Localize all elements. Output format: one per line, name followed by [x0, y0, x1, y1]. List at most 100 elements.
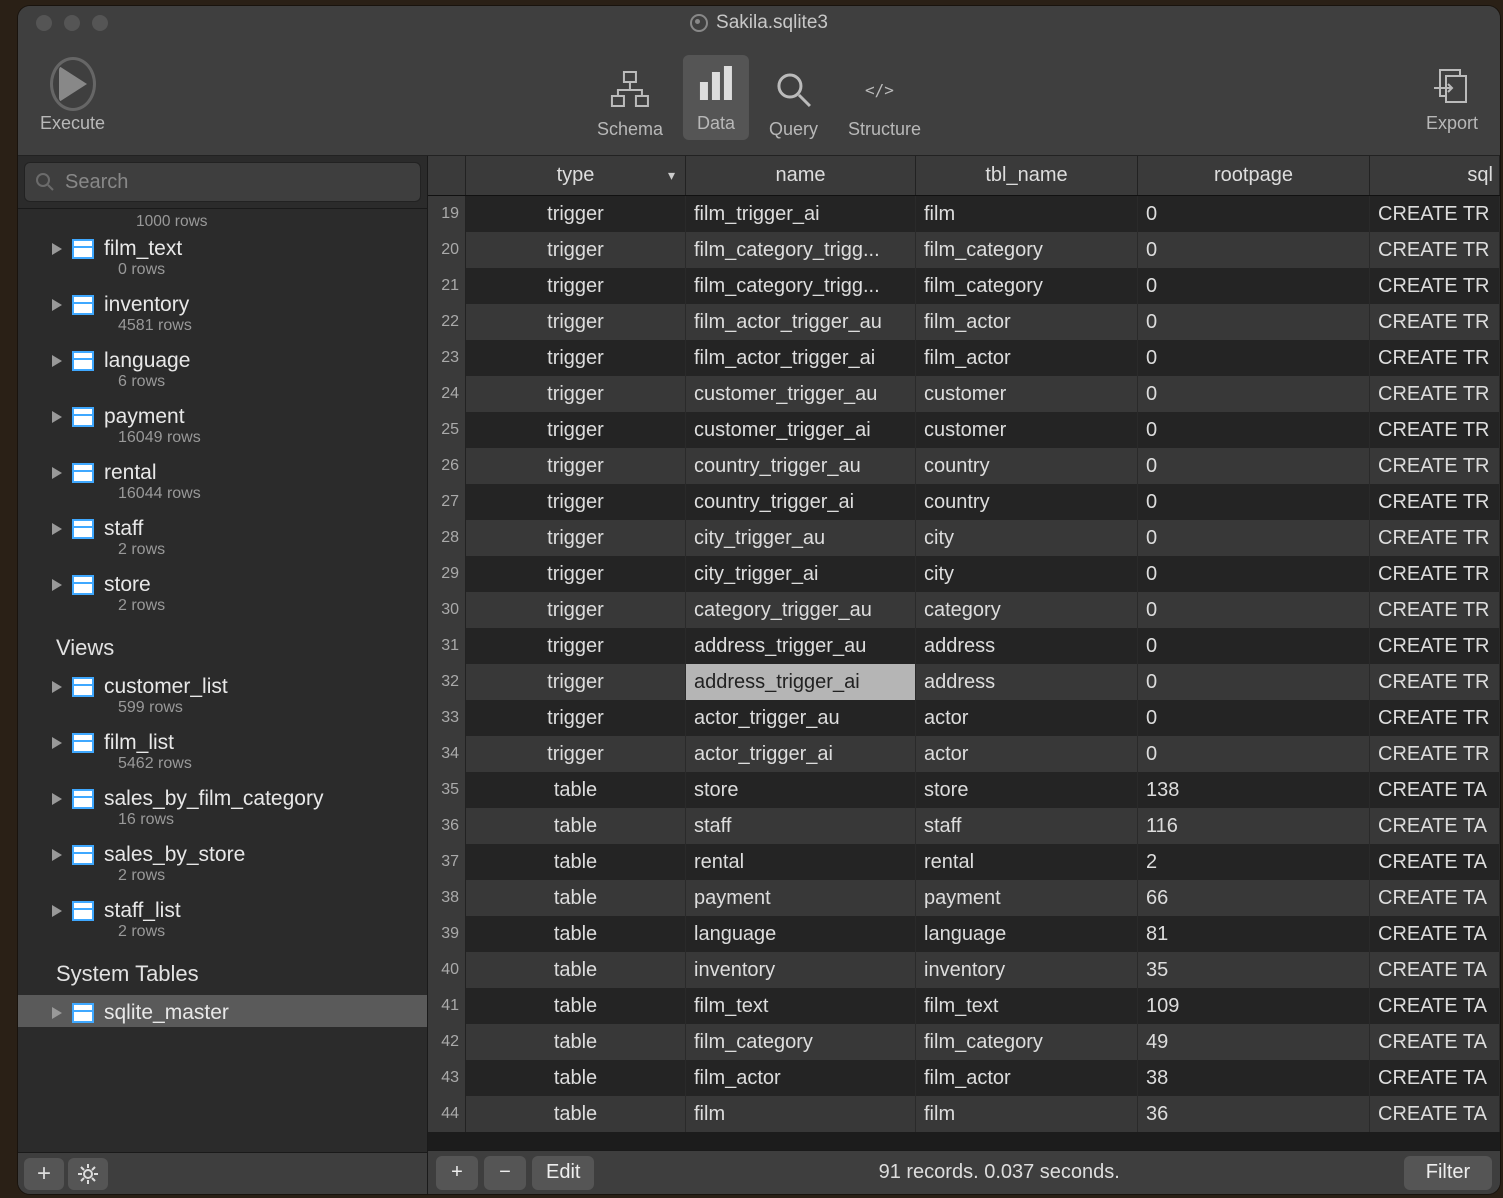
- cell-name[interactable]: actor_trigger_au: [686, 700, 916, 736]
- query-tab[interactable]: Query: [759, 67, 828, 140]
- cell-type[interactable]: table: [466, 1024, 686, 1060]
- cell-sql[interactable]: CREATE TR: [1370, 520, 1500, 556]
- cell-sql[interactable]: CREATE TR: [1370, 412, 1500, 448]
- cell-type[interactable]: trigger: [466, 664, 686, 700]
- close-icon[interactable]: [36, 15, 52, 31]
- minimize-icon[interactable]: [64, 15, 80, 31]
- cell-sql[interactable]: CREATE TR: [1370, 700, 1500, 736]
- cell-type[interactable]: trigger: [466, 412, 686, 448]
- cell-sql[interactable]: CREATE TA: [1370, 1060, 1500, 1096]
- cell-tbl_name[interactable]: film_actor: [916, 1060, 1138, 1096]
- cell-sql[interactable]: CREATE TA: [1370, 988, 1500, 1024]
- cell-tbl_name[interactable]: city: [916, 520, 1138, 556]
- table-row[interactable]: 27triggercountry_trigger_aicountry0CREAT…: [428, 484, 1500, 520]
- edit-row-button[interactable]: Edit: [532, 1156, 594, 1190]
- cell-type[interactable]: table: [466, 844, 686, 880]
- cell-sql[interactable]: CREATE TR: [1370, 592, 1500, 628]
- cell-name[interactable]: film_actor_trigger_au: [686, 304, 916, 340]
- search-field[interactable]: [65, 171, 410, 194]
- cell-type[interactable]: trigger: [466, 304, 686, 340]
- cell-tbl_name[interactable]: film: [916, 1096, 1138, 1132]
- table-row[interactable]: 40tableinventoryinventory35CREATE TA: [428, 952, 1500, 988]
- sidebar-item-sqlite_master[interactable]: sqlite_master: [18, 995, 427, 1027]
- cell-tbl_name[interactable]: payment: [916, 880, 1138, 916]
- cell-name[interactable]: country_trigger_au: [686, 448, 916, 484]
- cell-tbl_name[interactable]: address: [916, 664, 1138, 700]
- table-row[interactable]: 28triggercity_trigger_aucity0CREATE TR: [428, 520, 1500, 556]
- cell-sql[interactable]: CREATE TA: [1370, 916, 1500, 952]
- cell-name[interactable]: address_trigger_au: [686, 628, 916, 664]
- col-header-type[interactable]: type: [466, 156, 686, 195]
- table-row[interactable]: 30triggercategory_trigger_aucategory0CRE…: [428, 592, 1500, 628]
- cell-type[interactable]: trigger: [466, 448, 686, 484]
- cell-rootpage[interactable]: 0: [1138, 520, 1370, 556]
- cell-tbl_name[interactable]: film_text: [916, 988, 1138, 1024]
- cell-rootpage[interactable]: 49: [1138, 1024, 1370, 1060]
- cell-sql[interactable]: CREATE TR: [1370, 376, 1500, 412]
- structure-tab[interactable]: </> Structure: [838, 67, 931, 140]
- cell-type[interactable]: trigger: [466, 196, 686, 232]
- sidebar-item-staff_list[interactable]: staff_list: [18, 893, 427, 925]
- table-row[interactable]: 24triggercustomer_trigger_aucustomer0CRE…: [428, 376, 1500, 412]
- sidebar-item-rental[interactable]: rental: [18, 455, 427, 487]
- sidebar-item-staff[interactable]: staff: [18, 511, 427, 543]
- cell-type[interactable]: trigger: [466, 340, 686, 376]
- cell-sql[interactable]: CREATE TR: [1370, 196, 1500, 232]
- cell-rootpage[interactable]: 0: [1138, 556, 1370, 592]
- table-row[interactable]: 21triggerfilm_category_trigg...film_cate…: [428, 268, 1500, 304]
- table-row[interactable]: 25triggercustomer_trigger_aicustomer0CRE…: [428, 412, 1500, 448]
- cell-sql[interactable]: CREATE TA: [1370, 1024, 1500, 1060]
- sidebar-item-inventory[interactable]: inventory: [18, 287, 427, 319]
- cell-type[interactable]: table: [466, 1096, 686, 1132]
- cell-type[interactable]: table: [466, 952, 686, 988]
- table-row[interactable]: 37tablerentalrental2CREATE TA: [428, 844, 1500, 880]
- sidebar-item-sales_by_film_category[interactable]: sales_by_film_category: [18, 781, 427, 813]
- cell-rootpage[interactable]: 66: [1138, 880, 1370, 916]
- table-row[interactable]: 31triggeraddress_trigger_auaddress0CREAT…: [428, 628, 1500, 664]
- sidebar-item-customer_list[interactable]: customer_list: [18, 669, 427, 701]
- cell-tbl_name[interactable]: film: [916, 196, 1138, 232]
- cell-sql[interactable]: CREATE TR: [1370, 736, 1500, 772]
- cell-tbl_name[interactable]: language: [916, 916, 1138, 952]
- cell-type[interactable]: trigger: [466, 484, 686, 520]
- sidebar-item-payment[interactable]: payment: [18, 399, 427, 431]
- table-row[interactable]: 44tablefilmfilm36CREATE TA: [428, 1096, 1500, 1132]
- cell-type[interactable]: table: [466, 808, 686, 844]
- table-row[interactable]: 41tablefilm_textfilm_text109CREATE TA: [428, 988, 1500, 1024]
- cell-tbl_name[interactable]: customer: [916, 412, 1138, 448]
- cell-type[interactable]: trigger: [466, 268, 686, 304]
- cell-name[interactable]: customer_trigger_ai: [686, 412, 916, 448]
- cell-name[interactable]: store: [686, 772, 916, 808]
- table-row[interactable]: 20triggerfilm_category_trigg...film_cate…: [428, 232, 1500, 268]
- cell-rootpage[interactable]: 109: [1138, 988, 1370, 1024]
- cell-sql[interactable]: CREATE TR: [1370, 484, 1500, 520]
- cell-rootpage[interactable]: 0: [1138, 736, 1370, 772]
- table-row[interactable]: 23triggerfilm_actor_trigger_aifilm_actor…: [428, 340, 1500, 376]
- cell-rootpage[interactable]: 138: [1138, 772, 1370, 808]
- cell-rootpage[interactable]: 0: [1138, 304, 1370, 340]
- cell-name[interactable]: actor_trigger_ai: [686, 736, 916, 772]
- cell-sql[interactable]: CREATE TA: [1370, 844, 1500, 880]
- cell-rootpage[interactable]: 35: [1138, 952, 1370, 988]
- cell-rootpage[interactable]: 0: [1138, 448, 1370, 484]
- cell-sql[interactable]: CREATE TA: [1370, 1096, 1500, 1132]
- schema-tab[interactable]: Schema: [587, 67, 673, 140]
- cell-type[interactable]: trigger: [466, 232, 686, 268]
- zoom-icon[interactable]: [92, 15, 108, 31]
- cell-type[interactable]: table: [466, 916, 686, 952]
- cell-name[interactable]: film_category_trigg...: [686, 232, 916, 268]
- cell-sql[interactable]: CREATE TR: [1370, 304, 1500, 340]
- table-row[interactable]: 32triggeraddress_trigger_aiaddress0CREAT…: [428, 664, 1500, 700]
- col-header-name[interactable]: name: [686, 156, 916, 195]
- filter-button[interactable]: Filter: [1404, 1156, 1492, 1190]
- table-row[interactable]: 19triggerfilm_trigger_aifilm0CREATE TR: [428, 196, 1500, 232]
- cell-rootpage[interactable]: 81: [1138, 916, 1370, 952]
- settings-button[interactable]: [68, 1158, 108, 1190]
- cell-rootpage[interactable]: 0: [1138, 664, 1370, 700]
- cell-name[interactable]: film: [686, 1096, 916, 1132]
- cell-type[interactable]: trigger: [466, 592, 686, 628]
- cell-tbl_name[interactable]: address: [916, 628, 1138, 664]
- table-row[interactable]: 36tablestaffstaff116CREATE TA: [428, 808, 1500, 844]
- cell-rootpage[interactable]: 0: [1138, 196, 1370, 232]
- cell-sql[interactable]: CREATE TR: [1370, 556, 1500, 592]
